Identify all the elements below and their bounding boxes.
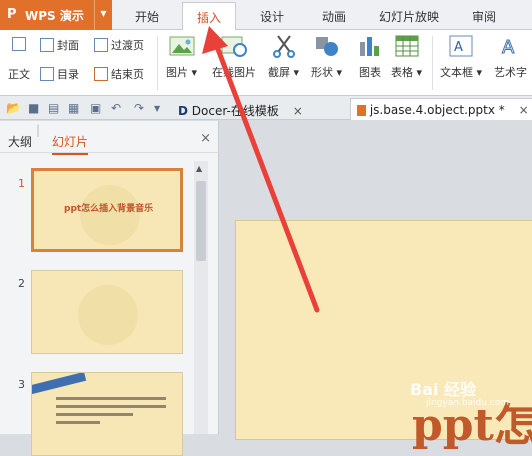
annotation-arrow-icon [202,26,320,313]
